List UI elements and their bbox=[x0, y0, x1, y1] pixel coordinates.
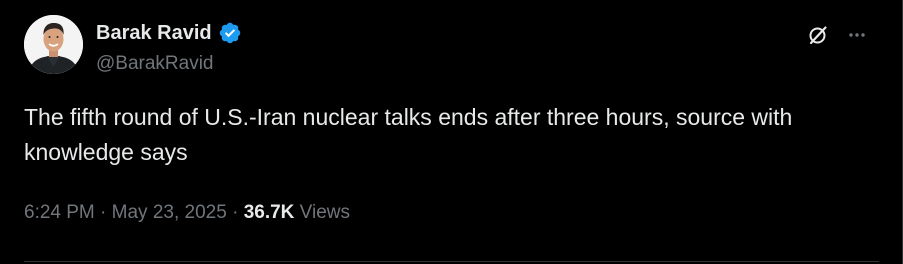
meta-separator: · bbox=[100, 202, 107, 223]
meta-separator: · bbox=[232, 202, 239, 223]
views-count[interactable]: 36.7K bbox=[244, 202, 295, 223]
bottom-divider bbox=[24, 261, 879, 262]
tweet-date[interactable]: May 23, 2025 bbox=[112, 202, 227, 223]
author-display-name[interactable]: Barak Ravid bbox=[96, 20, 212, 46]
tweet-time[interactable]: 6:24 PM bbox=[24, 202, 95, 223]
avatar-photo-icon bbox=[24, 15, 83, 74]
author-name-row: Barak Ravid bbox=[96, 20, 242, 46]
author-handle[interactable]: @BarakRavid bbox=[96, 51, 214, 77]
verified-badge-icon[interactable] bbox=[218, 21, 242, 45]
tweet-card[interactable]: Barak Ravid @BarakRavid The fifth round … bbox=[0, 0, 903, 264]
tweet-meta: 6:24 PM · May 23, 2025 · 36.7K Views bbox=[24, 199, 350, 227]
tweet-text: The fifth round of U.S.-Iran nuclear tal… bbox=[24, 104, 793, 165]
grok-icon[interactable] bbox=[803, 20, 833, 50]
author-avatar[interactable] bbox=[24, 15, 83, 74]
more-options-icon[interactable] bbox=[842, 20, 872, 50]
views-label: Views bbox=[299, 202, 351, 223]
